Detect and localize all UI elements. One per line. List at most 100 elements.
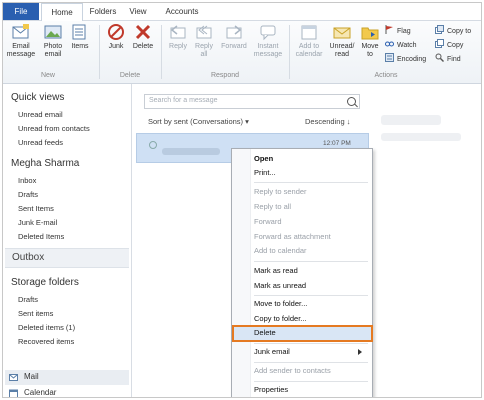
ribbon: Email message Photo email Items New Junk… bbox=[3, 21, 481, 84]
tab-home[interactable]: Home bbox=[41, 3, 83, 21]
tab-folders[interactable]: Folders bbox=[83, 3, 123, 20]
storage-folders-heading[interactable]: Storage folders bbox=[11, 277, 79, 288]
storage-recovered-items[interactable]: Recovered items bbox=[18, 337, 74, 346]
find-button[interactable]: Find bbox=[435, 53, 461, 65]
folder-unread-email[interactable]: Unread email bbox=[18, 110, 63, 119]
storage-deleted-items[interactable]: Deleted items (1) bbox=[18, 323, 75, 332]
folder-unread-contacts[interactable]: Unread from contacts bbox=[18, 124, 90, 133]
copy-to-button[interactable]: Copy to bbox=[435, 25, 471, 37]
menu-separator bbox=[254, 182, 368, 183]
folder-unread-feeds[interactable]: Unread feeds bbox=[18, 138, 63, 147]
folder-sent-items[interactable]: Sent Items bbox=[18, 204, 54, 213]
menu-add-sender[interactable]: Add sender to contacts bbox=[254, 365, 331, 377]
menu-separator bbox=[254, 295, 368, 296]
reply-all-button[interactable]: Reply all bbox=[192, 23, 216, 59]
forward-icon bbox=[226, 25, 242, 39]
junk-button[interactable]: Junk bbox=[104, 23, 128, 51]
folder-drafts[interactable]: Drafts bbox=[18, 190, 38, 199]
tab-view[interactable]: View bbox=[123, 3, 153, 20]
menu-junk-email[interactable]: Junk email bbox=[254, 346, 368, 358]
quick-views-heading[interactable]: Quick views bbox=[11, 92, 64, 103]
group-divider bbox=[99, 25, 100, 79]
reply-icon bbox=[170, 25, 186, 39]
find-label: Find bbox=[447, 56, 461, 63]
unread-read-button[interactable]: Unread/ read bbox=[327, 23, 357, 59]
search-icon[interactable] bbox=[347, 97, 356, 106]
sort-by-label: Sort by sent (Conversations) bbox=[148, 117, 244, 126]
menu-properties[interactable]: Properties bbox=[254, 384, 288, 396]
encoding-button[interactable]: Encoding bbox=[385, 53, 426, 65]
add-to-calendar-button[interactable]: Add to calendar bbox=[293, 23, 325, 59]
folder-inbox[interactable]: Inbox bbox=[18, 176, 36, 185]
menu-delete-highlight[interactable]: Delete bbox=[232, 325, 373, 342]
menu-open[interactable]: Open bbox=[254, 153, 273, 165]
forward-button[interactable]: Forward bbox=[218, 23, 250, 51]
mail-window: File Home Folders View Accounts Email me… bbox=[2, 2, 482, 398]
folder-deleted-items[interactable]: Deleted Items bbox=[18, 232, 64, 241]
instant-message-button[interactable]: Instant message bbox=[252, 23, 284, 59]
add-to-calendar-label: Add to calendar bbox=[295, 43, 323, 58]
nav-mail[interactable]: Mail bbox=[5, 370, 129, 385]
outbox-label: Outbox bbox=[12, 252, 45, 263]
menu-reply-all[interactable]: Reply to all bbox=[254, 201, 291, 213]
reply-all-label: Reply all bbox=[195, 43, 213, 58]
menu-mark-unread[interactable]: Mark as unread bbox=[254, 280, 306, 292]
menu-mark-read[interactable]: Mark as read bbox=[254, 265, 298, 277]
storage-drafts[interactable]: Drafts bbox=[18, 295, 38, 304]
context-menu-gutter bbox=[232, 149, 251, 397]
menu-delete[interactable]: Delete bbox=[254, 327, 276, 339]
email-icon bbox=[12, 24, 29, 39]
sort-order-toggle[interactable]: Descending ↓ bbox=[305, 117, 350, 126]
context-menu: Open Print... Reply to sender Reply to a… bbox=[231, 148, 373, 397]
copy-to-label: Copy to bbox=[447, 28, 472, 35]
instant-message-icon bbox=[260, 25, 276, 41]
junk-icon bbox=[108, 24, 124, 40]
email-message-label: Email message bbox=[6, 43, 36, 58]
flag-label: Flag bbox=[397, 28, 411, 35]
tab-accounts[interactable]: Accounts bbox=[155, 3, 209, 20]
group-new-label: New bbox=[40, 72, 55, 79]
delete-label: Delete bbox=[132, 43, 154, 50]
flag-button[interactable]: Flag bbox=[385, 25, 411, 37]
junk-label: Junk bbox=[108, 43, 124, 50]
menu-reply-sender[interactable]: Reply to sender bbox=[254, 186, 307, 198]
menu-separator bbox=[254, 381, 368, 382]
copy-button[interactable]: Copy bbox=[435, 39, 463, 51]
menu-print[interactable]: Print... bbox=[254, 167, 276, 179]
account-heading[interactable]: Megha Sharma bbox=[11, 158, 79, 169]
nav-calendar[interactable]: Calendar bbox=[5, 386, 129, 397]
copy-icon bbox=[435, 39, 444, 48]
items-button[interactable]: Items bbox=[69, 23, 91, 51]
envelope-icon bbox=[333, 27, 351, 39]
folder-junk-email[interactable]: Junk E-mail bbox=[18, 218, 57, 227]
folder-outbox[interactable]: Outbox bbox=[5, 248, 129, 268]
watch-button[interactable]: Watch bbox=[385, 39, 417, 51]
forward-label: Forward bbox=[221, 43, 247, 50]
menu-separator bbox=[254, 362, 368, 363]
menu-move-to-folder[interactable]: Move to folder... bbox=[254, 298, 307, 310]
tab-file[interactable]: File bbox=[3, 3, 39, 20]
menu-separator bbox=[254, 343, 368, 344]
move-to-label: Move to bbox=[361, 43, 379, 58]
read-status-icon[interactable] bbox=[149, 141, 157, 149]
menu-forward[interactable]: Forward bbox=[254, 216, 282, 228]
reading-pane-redacted bbox=[381, 115, 441, 125]
sort-by-dropdown[interactable]: Sort by sent (Conversations) ▾ bbox=[148, 117, 249, 126]
storage-sent-items[interactable]: Sent items bbox=[18, 309, 53, 318]
photo-email-button[interactable]: Photo email bbox=[39, 23, 67, 59]
submenu-arrow-icon bbox=[358, 349, 362, 355]
menu-forward-attachment[interactable]: Forward as attachment bbox=[254, 231, 331, 243]
email-message-button[interactable]: Email message bbox=[5, 23, 37, 59]
photo-icon bbox=[44, 25, 62, 39]
flag-icon bbox=[385, 25, 393, 34]
menu-add-calendar[interactable]: Add to calendar bbox=[254, 245, 307, 257]
calendar-icon bbox=[301, 25, 317, 40]
reply-label: Reply bbox=[169, 43, 187, 50]
delete-button[interactable]: Delete bbox=[130, 23, 156, 51]
menu-copy-to-folder[interactable]: Copy to folder... bbox=[254, 313, 307, 325]
move-to-button[interactable]: Move to bbox=[359, 23, 381, 59]
reply-button[interactable]: Reply bbox=[166, 23, 190, 51]
group-respond-label: Respond bbox=[210, 72, 240, 79]
search-input[interactable]: Search for a message bbox=[144, 94, 360, 109]
copy-to-icon bbox=[435, 25, 444, 34]
